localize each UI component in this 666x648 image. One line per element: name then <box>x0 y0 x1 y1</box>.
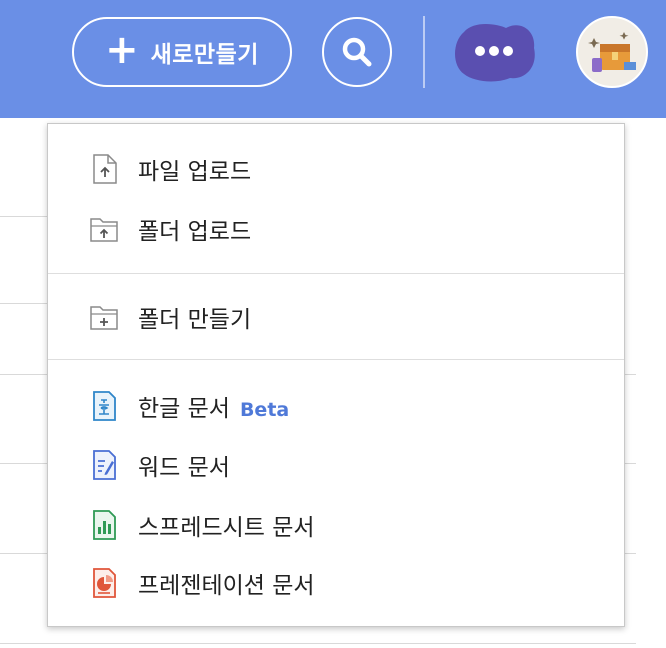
menu-item-label: 폴더 업로드 <box>138 219 252 245</box>
menu-item-spreadsheet-document[interactable]: 스프레드시트 문서 <box>48 500 624 550</box>
more-button[interactable] <box>450 14 538 86</box>
treasure-chest-avatar-icon <box>588 32 636 72</box>
plus-icon: + <box>105 27 139 73</box>
search-button[interactable] <box>322 17 392 87</box>
new-create-label: 새로만들기 <box>150 42 259 68</box>
list-divider <box>0 643 636 644</box>
avatar[interactable] <box>576 16 648 88</box>
list-divider <box>0 216 48 217</box>
beta-badge: Beta <box>239 399 290 421</box>
menu-divider <box>48 359 624 360</box>
toolbar-separator <box>423 16 425 88</box>
menu-item-label: 스프레드시트 문서 <box>138 515 315 541</box>
word-doc-icon <box>88 449 120 481</box>
file-upload-icon <box>88 153 120 185</box>
folder-add-icon <box>88 301 120 333</box>
menu-item-label: 한글 문서 Beta <box>138 396 290 422</box>
menu-item-folder-upload[interactable]: 폴더 업로드 <box>48 204 624 254</box>
top-bar: + 새로만들기 <box>0 0 666 118</box>
menu-item-create-folder[interactable]: 폴더 만들기 <box>48 292 624 342</box>
search-icon <box>342 37 372 67</box>
menu-item-label: 프레젠테이션 문서 <box>138 573 315 599</box>
menu-divider <box>48 273 624 274</box>
folder-upload-icon <box>88 213 120 245</box>
menu-item-hangul-document[interactable]: 한글 문서 Beta <box>48 381 624 431</box>
more-dots-icon <box>455 24 535 82</box>
menu-item-label: 워드 문서 <box>138 455 230 481</box>
menu-item-label: 폴더 만들기 <box>138 307 252 333</box>
list-divider <box>0 303 48 304</box>
new-create-dropdown-menu: 파일 업로드 폴더 업로드 폴더 만들기 한글 문서 Beta 워드 문서 스프… <box>47 123 625 627</box>
menu-item-word-document[interactable]: 워드 문서 <box>48 440 624 490</box>
hangul-doc-icon <box>88 390 120 422</box>
new-create-button[interactable]: + 새로만들기 <box>72 17 292 87</box>
menu-item-file-upload[interactable]: 파일 업로드 <box>48 144 624 194</box>
menu-item-label: 파일 업로드 <box>138 159 252 185</box>
presentation-doc-icon <box>88 567 120 599</box>
menu-item-presentation-document[interactable]: 프레젠테이션 문서 <box>48 558 624 608</box>
spreadsheet-doc-icon <box>88 509 120 541</box>
